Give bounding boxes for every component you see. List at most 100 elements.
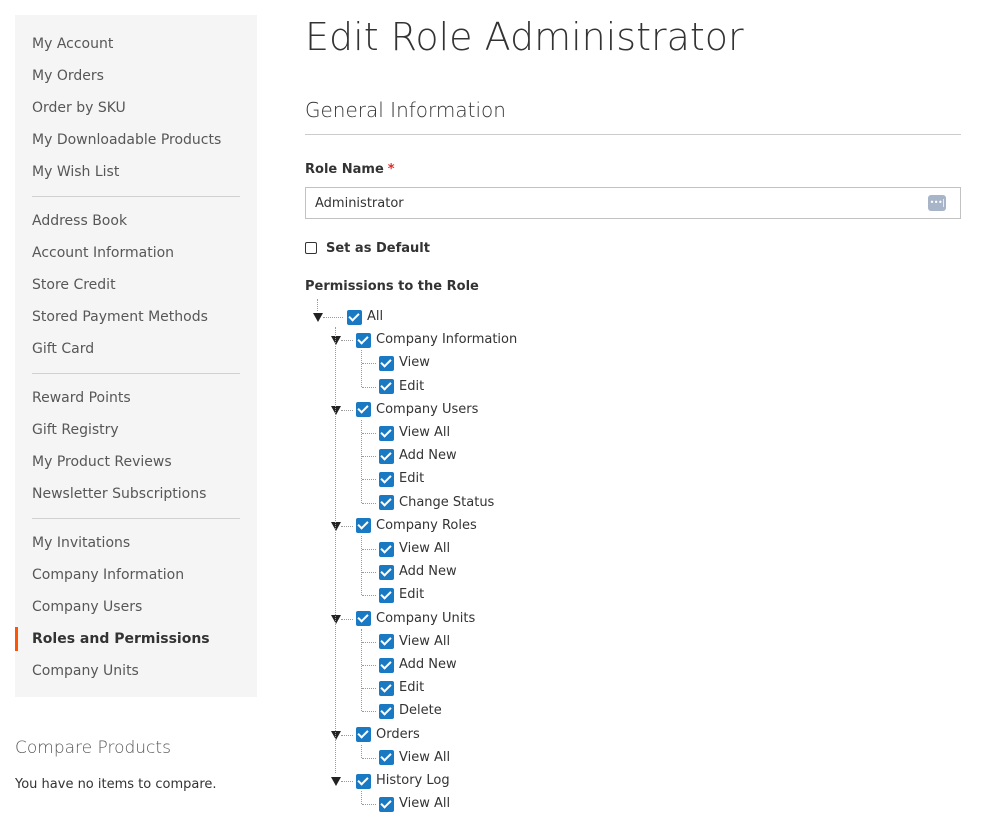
tree-connector — [361, 419, 362, 503]
tree-connector — [362, 479, 376, 481]
sidebar-item-my-downloadable-products[interactable]: My Downloadable Products — [15, 124, 257, 156]
tree-node-view-all: View All — [379, 423, 450, 443]
tree-node-orders: Orders — [356, 725, 420, 745]
sidebar-item-stored-payment-methods[interactable]: Stored Payment Methods — [15, 301, 257, 333]
permission-checkbox-edit[interactable] — [379, 471, 394, 487]
tree-connector — [362, 456, 376, 458]
sidebar-item-reward-points[interactable]: Reward Points — [15, 382, 257, 414]
tree-connector — [362, 363, 376, 365]
sidebar-item-my-orders[interactable]: My Orders — [15, 60, 257, 92]
sidebar-item-address-book[interactable]: Address Book — [15, 205, 257, 237]
sidebar-item-account-information[interactable]: Account Information — [15, 237, 257, 269]
sidebar-item-my-wish-list[interactable]: My Wish List — [15, 156, 257, 188]
collapse-arrow-icon[interactable] — [331, 730, 341, 740]
permission-checkbox-add-new[interactable] — [379, 657, 394, 673]
permission-label[interactable]: History Log — [376, 771, 450, 791]
sidebar-item-my-account[interactable]: My Account — [15, 28, 257, 60]
permission-label[interactable]: Change Status — [399, 493, 494, 513]
permission-label[interactable]: Add New — [399, 446, 457, 466]
permission-checkbox-view-all[interactable] — [379, 541, 394, 557]
nav-divider — [32, 373, 240, 374]
sidebar-item-my-invitations[interactable]: My Invitations — [15, 527, 257, 559]
permission-label[interactable]: View — [399, 353, 430, 373]
permission-label[interactable]: Company Roles — [376, 516, 477, 536]
permission-label[interactable]: View All — [399, 748, 450, 768]
sidebar-item-company-information[interactable]: Company Information — [15, 559, 257, 591]
permission-checkbox-all[interactable] — [347, 309, 362, 325]
permission-checkbox-view-all[interactable] — [379, 425, 394, 441]
permission-label[interactable]: Edit — [399, 377, 424, 397]
permission-checkbox-add-new[interactable] — [379, 564, 394, 580]
tree-connector — [362, 641, 376, 643]
tree-connector — [361, 791, 362, 805]
permission-label[interactable]: Edit — [399, 585, 424, 605]
permission-label[interactable]: View All — [399, 794, 450, 814]
permission-label[interactable]: Company Units — [376, 609, 475, 629]
sidebar-item-company-units[interactable]: Company Units — [15, 655, 257, 687]
permission-checkbox-add-new[interactable] — [379, 448, 394, 464]
nav-divider — [32, 518, 240, 519]
permission-checkbox-delete[interactable] — [379, 703, 394, 719]
sidebar-item-store-credit[interactable]: Store Credit — [15, 269, 257, 301]
tree-connector — [341, 734, 353, 736]
permission-label[interactable]: Add New — [399, 562, 457, 582]
tree-connector — [362, 595, 376, 597]
permission-label[interactable]: Add New — [399, 655, 457, 675]
collapse-arrow-icon[interactable] — [331, 521, 341, 531]
permission-checkbox-company-units[interactable] — [356, 611, 371, 627]
tree-connector — [362, 665, 376, 666]
permission-label[interactable]: Orders — [376, 725, 420, 745]
page: My Account My Orders Order by SKU My Downlo… — [0, 0, 1000, 830]
collapse-arrow-icon[interactable] — [331, 777, 341, 786]
tree-connector — [361, 535, 362, 596]
permission-checkbox-view-all[interactable] — [379, 796, 394, 812]
tree-connector — [341, 340, 353, 342]
sidebar-item-my-product-reviews[interactable]: My Product Reviews — [15, 446, 257, 478]
collapse-arrow-icon[interactable] — [331, 405, 341, 415]
permission-checkbox-edit[interactable] — [379, 379, 394, 395]
sidebar-item-newsletter-subscriptions[interactable]: Newsletter Subscriptions — [15, 478, 257, 510]
nav-group: Address Book Account Information Store Cre… — [15, 205, 257, 365]
tree-connector — [362, 433, 376, 434]
tree-node-view-all: View All — [379, 539, 450, 559]
tree-node-company-users: Company Users — [356, 400, 478, 420]
permission-checkbox-edit[interactable] — [379, 587, 394, 603]
permission-label[interactable]: Company Users — [376, 400, 478, 420]
nav-group: My Invitations Company Information Company… — [15, 527, 257, 687]
permission-label[interactable]: Edit — [399, 469, 424, 489]
tree-connector — [341, 781, 353, 782]
collapse-arrow-icon[interactable] — [313, 313, 323, 322]
permission-checkbox-view-all[interactable] — [379, 750, 394, 766]
permission-checkbox-company-information[interactable] — [356, 332, 371, 348]
permission-checkbox-view-all[interactable] — [379, 634, 394, 650]
permission-checkbox-change-status[interactable] — [379, 495, 394, 511]
tree-connector — [362, 386, 376, 388]
permission-checkbox-view[interactable] — [379, 355, 394, 371]
permission-checkbox-orders[interactable] — [356, 727, 371, 743]
tree-connector — [323, 317, 343, 318]
tree-connector — [361, 744, 362, 758]
sidebar-item-gift-card[interactable]: Gift Card — [15, 333, 257, 365]
sidebar-item-company-users[interactable]: Company Users — [15, 591, 257, 623]
permission-checkbox-company-roles[interactable] — [356, 518, 371, 534]
permission-checkbox-history-log[interactable] — [356, 773, 371, 789]
permission-label[interactable]: View All — [399, 423, 450, 443]
permission-label[interactable]: Company Information — [376, 330, 517, 350]
sidebar-item-gift-registry[interactable]: Gift Registry — [15, 414, 257, 446]
permission-label[interactable]: Delete — [399, 701, 442, 721]
tree-node-all: All — [347, 307, 383, 327]
tree-node-add-new: Add New — [379, 446, 457, 466]
collapse-arrow-icon[interactable] — [331, 336, 341, 346]
permission-label[interactable]: View All — [399, 539, 450, 559]
sidebar-item-order-by-sku[interactable]: Order by SKU — [15, 92, 257, 124]
tree-node-history-log: History Log — [356, 771, 450, 791]
permission-label[interactable]: Edit — [399, 678, 424, 698]
tree-node-edit: Edit — [379, 678, 424, 698]
tree-connector — [362, 711, 376, 713]
permission-label[interactable]: All — [367, 307, 383, 327]
permission-checkbox-edit[interactable] — [379, 680, 394, 696]
collapse-arrow-icon[interactable] — [331, 614, 341, 624]
permission-label[interactable]: View All — [399, 632, 450, 652]
permission-checkbox-company-users[interactable] — [356, 402, 371, 418]
tree-node-company-roles: Company Roles — [356, 516, 477, 536]
